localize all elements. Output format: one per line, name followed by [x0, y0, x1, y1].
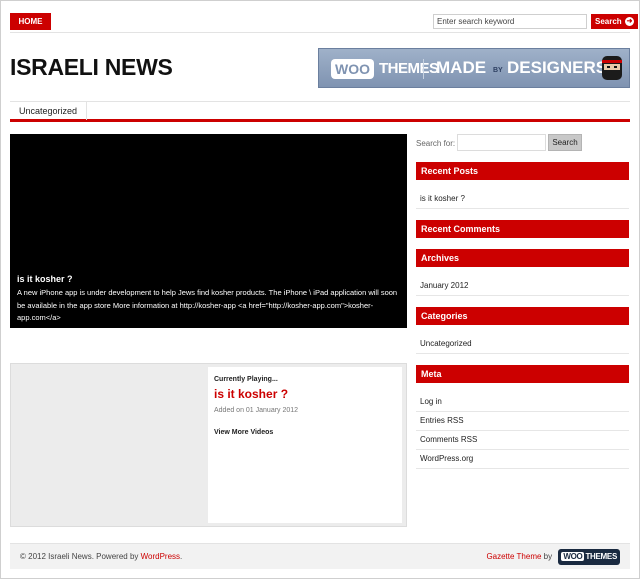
archive-link[interactable]: January 2012	[416, 278, 629, 296]
themes-logo-text: THEMES	[585, 551, 617, 561]
arrow-right-icon: ➜	[625, 17, 634, 26]
sidebar-search-button[interactable]: Search	[548, 134, 582, 151]
categories-heading: Categories	[416, 307, 629, 325]
video-block: Currently Playing... is it kosher ? Adde…	[10, 363, 407, 527]
search-input[interactable]	[433, 14, 587, 29]
view-more-videos-link[interactable]: View More Videos	[214, 429, 273, 436]
woothemes-logo[interactable]: WOO THEMES	[558, 548, 620, 565]
meta-link-entries-rss[interactable]: Entries RSS	[416, 413, 629, 431]
banner-themes-text: THEMES	[379, 60, 439, 77]
category-navigation: Uncategorized	[10, 101, 630, 122]
category-link[interactable]: Uncategorized	[416, 336, 629, 354]
site-footer: © 2012 Israeli News. Powered by WordPres…	[10, 543, 630, 569]
currently-playing-label: Currently Playing...	[214, 376, 278, 383]
credits-by-text: by	[541, 552, 555, 561]
archives-heading: Archives	[416, 249, 629, 267]
video-title[interactable]: is it kosher ?	[214, 387, 288, 401]
woothemes-banner[interactable]: WOO THEMES MADE BY DESIGNERS	[318, 48, 630, 88]
site-logo[interactable]: ISRAELI NEWS	[10, 54, 173, 81]
top-navigation: HOME Search ➜	[10, 11, 638, 33]
recent-comments-heading: Recent Comments	[416, 220, 629, 238]
featured-excerpt: A new iPhone app is under development to…	[17, 288, 398, 322]
category-item-uncategorized[interactable]: Uncategorized	[10, 102, 87, 120]
woo-logo-text: WOO	[561, 551, 585, 561]
video-info-panel: Currently Playing... is it kosher ? Adde…	[208, 367, 402, 523]
video-date: Added on 01 January 2012	[214, 407, 299, 414]
meta-link-log-in[interactable]: Log in	[416, 394, 629, 412]
footer-credits: Gazette Theme by WOO THEMES	[486, 548, 620, 566]
ninja-icon	[602, 56, 622, 80]
banner-divider	[423, 59, 424, 79]
meta-heading: Meta	[416, 365, 629, 383]
recent-posts-heading: Recent Posts	[416, 162, 629, 180]
banner-made-text: MADE	[436, 58, 487, 77]
copyright-text: © 2012 Israeli News. Powered by	[20, 552, 141, 561]
banner-designers-text: DESIGNERS	[507, 58, 608, 77]
gazette-theme-link[interactable]: Gazette Theme	[486, 552, 541, 561]
meta-link-wordpress-org[interactable]: WordPress.org	[416, 451, 629, 469]
recent-post-link[interactable]: is it kosher ?	[416, 191, 629, 209]
meta-link-comments-rss[interactable]: Comments RSS	[416, 432, 629, 450]
banner-woo-text: WOO	[331, 59, 374, 79]
search-button-label: Search	[595, 17, 622, 26]
search-button[interactable]: Search ➜	[591, 14, 638, 29]
home-link[interactable]: HOME	[10, 13, 51, 30]
copyright-period: .	[180, 552, 183, 561]
featured-post[interactable]: is it kosher ? A new iPhone app is under…	[10, 134, 407, 328]
wordpress-link[interactable]: WordPress	[141, 552, 180, 561]
featured-title[interactable]: is it kosher ?	[17, 274, 73, 284]
sidebar-search-input[interactable]	[457, 134, 546, 151]
banner-by-text: BY	[493, 67, 503, 74]
sidebar-search-label: Search for:	[416, 139, 456, 148]
footer-copyright: © 2012 Israeli News. Powered by WordPres…	[20, 552, 182, 561]
